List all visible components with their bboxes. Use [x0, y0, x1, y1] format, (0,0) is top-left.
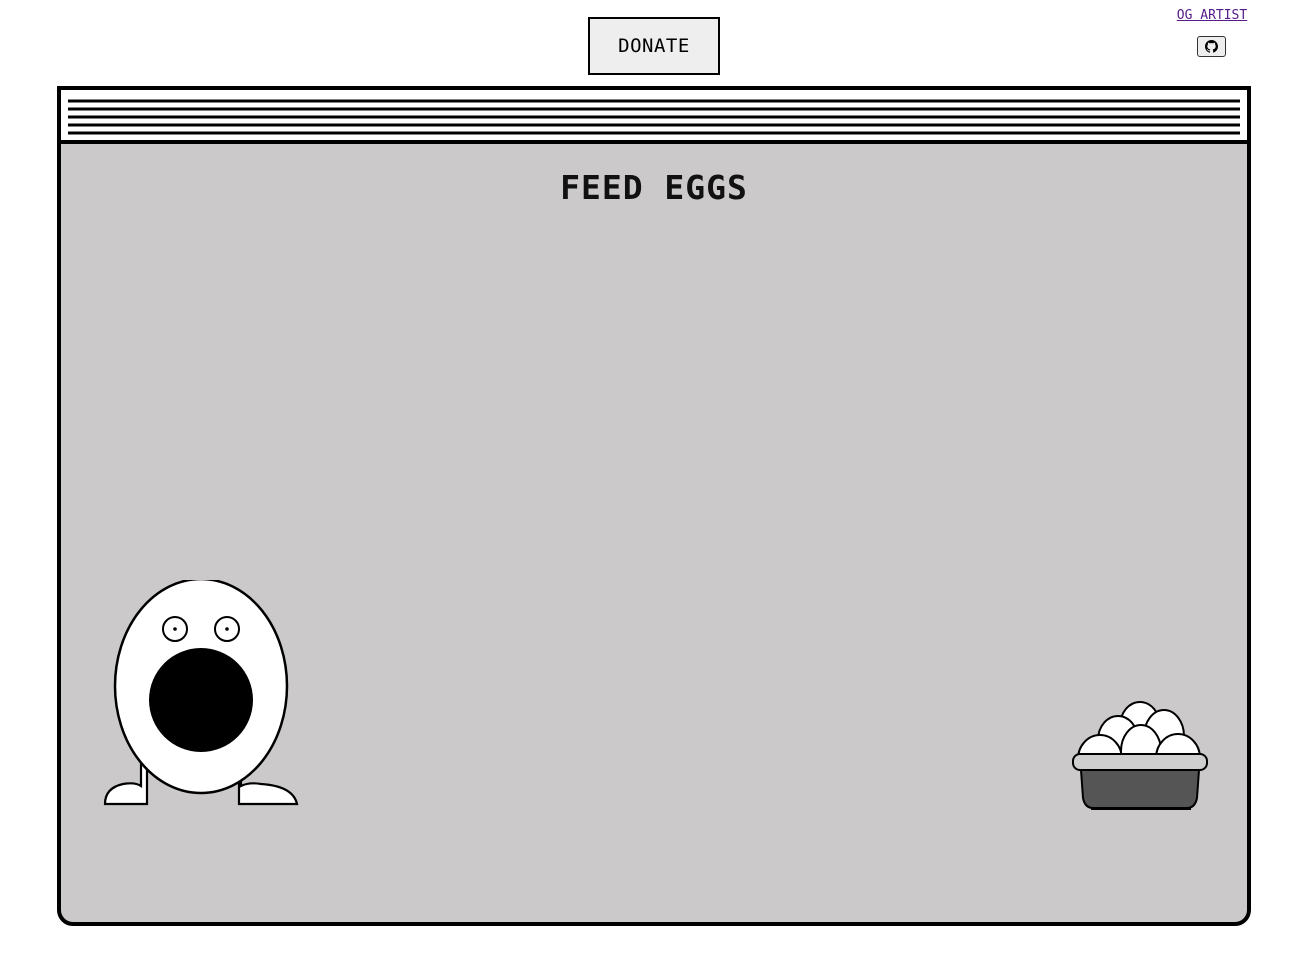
egg-creature-icon[interactable] — [101, 580, 301, 810]
title-bar-stripes — [68, 99, 1240, 135]
window-title-bar[interactable] — [61, 90, 1247, 144]
og-artist-link[interactable]: OG ARTIST — [1170, 8, 1254, 23]
game-window: FEED EGGS — [57, 86, 1251, 926]
donate-button[interactable]: DONATE — [588, 17, 720, 75]
github-button[interactable] — [1197, 36, 1226, 57]
github-icon — [1205, 40, 1218, 53]
page: DONATE OG ARTIST FEED EGGS — [0, 0, 1304, 953]
egg-basket-icon[interactable] — [1069, 696, 1211, 814]
game-title: FEED EGGS — [560, 168, 748, 207]
